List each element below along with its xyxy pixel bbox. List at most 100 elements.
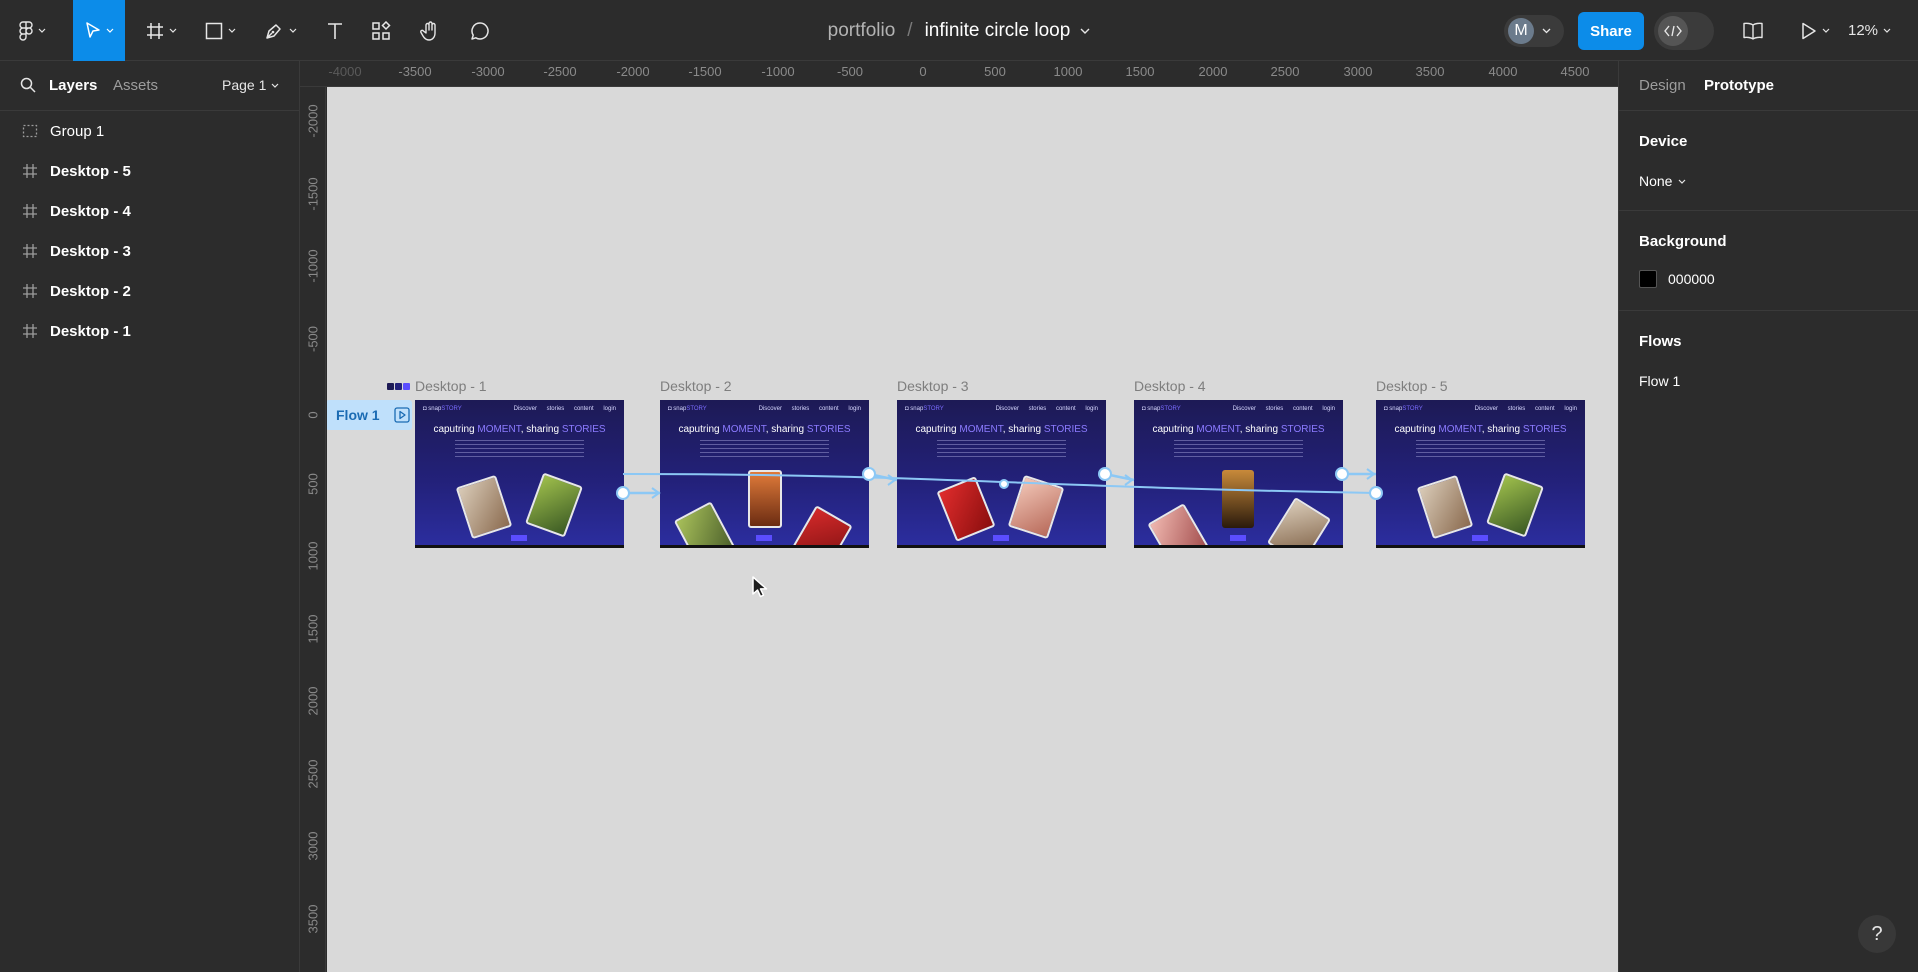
connector-arrow [1124, 474, 1134, 486]
frame-nav-links: Discover stories content login [758, 406, 861, 412]
title-separator: / [907, 19, 913, 41]
frame-label[interactable]: Desktop - 2 [660, 378, 732, 394]
ruler-tick: 1500 [1125, 64, 1155, 79]
photo-card [1007, 474, 1065, 540]
frame-label[interactable]: Desktop - 1 [415, 378, 487, 394]
mouse-cursor-icon [752, 576, 768, 598]
ruler-tick: -4000 [328, 64, 362, 79]
frame-desktop-1[interactable]: ◘ snapSTORY Discover stories content logi… [415, 400, 624, 548]
frame-label[interactable]: Desktop - 3 [897, 378, 969, 394]
frame-nav: ◘ snapSTORY Discover stories content logi… [423, 406, 616, 414]
connector-3-4 [1104, 472, 1135, 482]
search-icon[interactable] [20, 77, 36, 93]
avatar: M [1508, 18, 1534, 44]
page-selector[interactable]: Page 1 [222, 77, 279, 93]
selection-color-dots [387, 383, 410, 390]
connector-arrow [887, 474, 897, 486]
device-section: Device None [1619, 111, 1918, 211]
connector-arrow [651, 487, 661, 499]
layer-desktop-3[interactable]: Desktop - 3 [0, 231, 299, 271]
chevron-down-icon [169, 28, 176, 33]
frame-hash-icon [23, 164, 37, 178]
frame-paragraph [1416, 440, 1545, 458]
frame-desktop-2[interactable]: ◘ snapSTORY Discover stories content logi… [660, 400, 869, 548]
ruler-tick: 3000 [305, 831, 321, 861]
tab-layers[interactable]: Layers [49, 77, 97, 94]
text-tool-button[interactable] [318, 0, 352, 61]
chevron-down-icon [1822, 28, 1829, 33]
vertical-ruler: -2000 -1500 -1000 -500 0 500 1000 1500 2… [300, 87, 326, 972]
frame-heading: caputring MOMENT, sharing STORIES [433, 424, 606, 435]
frame-nav: ◘ snapSTORY Discover stories content logi… [1142, 406, 1335, 414]
frame-nav: ◘ snapSTORY Discover stories content logi… [668, 406, 861, 414]
file-name[interactable]: infinite circle loop [925, 20, 1071, 42]
move-tool-button[interactable] [73, 0, 125, 61]
ruler-tick: 2000 [1198, 64, 1228, 79]
color-swatch[interactable] [1639, 270, 1657, 288]
frame-tool-button[interactable] [140, 0, 182, 61]
flow-item[interactable]: Flow 1 [1639, 373, 1680, 389]
frame-logo: ◘ snapSTORY [905, 406, 944, 412]
tab-assets[interactable]: Assets [113, 77, 158, 94]
photo-card [525, 472, 583, 538]
rectangle-icon [205, 22, 222, 39]
left-panel-tabs: Layers Assets Page 1 [0, 61, 299, 111]
frame-logo: ◘ snapSTORY [1142, 406, 1181, 412]
ruler-tick: 500 [984, 64, 1006, 79]
chevron-down-icon [271, 83, 279, 88]
ruler-tick: 4500 [1560, 64, 1590, 79]
photo-card [748, 470, 782, 528]
horizontal-ruler: -4000 -3500 -3000 -2500 -2000 -1500 -100… [300, 61, 1618, 87]
flow-starting-point-badge[interactable]: Flow 1 [327, 400, 412, 430]
comment-tool-button[interactable] [462, 0, 498, 61]
layer-name: Desktop - 4 [50, 202, 131, 220]
zoom-dropdown[interactable]: 12% [1848, 0, 1891, 61]
pen-tool-button[interactable] [259, 0, 301, 61]
layer-desktop-1[interactable]: Desktop - 1 [0, 311, 299, 351]
resources-tool-button[interactable] [364, 0, 398, 61]
present-button[interactable] [1795, 0, 1835, 61]
share-button[interactable]: Share [1578, 12, 1644, 50]
hand-tool-button[interactable] [412, 0, 448, 61]
frame-desktop-4[interactable]: ◘ snapSTORY Discover stories content logi… [1134, 400, 1343, 548]
layer-group-1[interactable]: Group 1 [0, 111, 299, 151]
frame-label[interactable]: Desktop - 4 [1134, 378, 1206, 394]
background-color-field[interactable]: 000000 [1639, 270, 1715, 288]
play-flow-icon[interactable] [393, 407, 410, 423]
flows-section: Flows Flow 1 [1619, 311, 1918, 411]
device-heading: Device [1639, 133, 1688, 150]
frame-label[interactable]: Desktop - 5 [1376, 378, 1448, 394]
frame-hash-icon [23, 324, 37, 338]
main-menu-button[interactable] [12, 0, 52, 61]
photo-card [789, 505, 853, 548]
frame-nav-links: Discover stories content login [1474, 406, 1577, 412]
photo-card [673, 501, 737, 548]
help-button[interactable]: ? [1858, 915, 1896, 953]
project-name[interactable]: portfolio [828, 20, 896, 42]
device-dropdown[interactable]: None [1639, 173, 1686, 189]
tab-prototype[interactable]: Prototype [1704, 77, 1774, 94]
frame-bottom-strip [415, 545, 624, 548]
ruler-tick: 2500 [305, 759, 321, 789]
figma-logo-icon [18, 20, 33, 41]
shape-tool-button[interactable] [199, 0, 241, 61]
photo-card [936, 476, 996, 542]
background-hex-value[interactable]: 000000 [1668, 271, 1715, 287]
frame-desktop-5[interactable]: ◘ snapSTORY Discover stories content logi… [1376, 400, 1585, 548]
tab-design[interactable]: Design [1639, 77, 1686, 94]
library-button[interactable] [1736, 0, 1770, 61]
frame-cta-button [756, 535, 772, 541]
chevron-down-icon[interactable] [1080, 28, 1090, 34]
photo-card [1416, 474, 1474, 540]
layer-desktop-4[interactable]: Desktop - 4 [0, 191, 299, 231]
user-avatar-menu[interactable]: M [1504, 15, 1564, 47]
ruler-tick: 2500 [1270, 64, 1300, 79]
ruler-tick: 0 [919, 64, 927, 79]
layer-desktop-5[interactable]: Desktop - 5 [0, 151, 299, 191]
dev-mode-toggle[interactable] [1654, 12, 1714, 50]
layer-desktop-2[interactable]: Desktop - 2 [0, 271, 299, 311]
frame-bottom-strip [897, 545, 1106, 548]
frame-desktop-3[interactable]: ◘ snapSTORY Discover stories content logi… [897, 400, 1106, 548]
design-canvas[interactable]: Flow 1 Desktop - 1 Desktop - 2 Desktop -… [327, 87, 1618, 972]
ruler-tick: -3000 [471, 64, 505, 79]
